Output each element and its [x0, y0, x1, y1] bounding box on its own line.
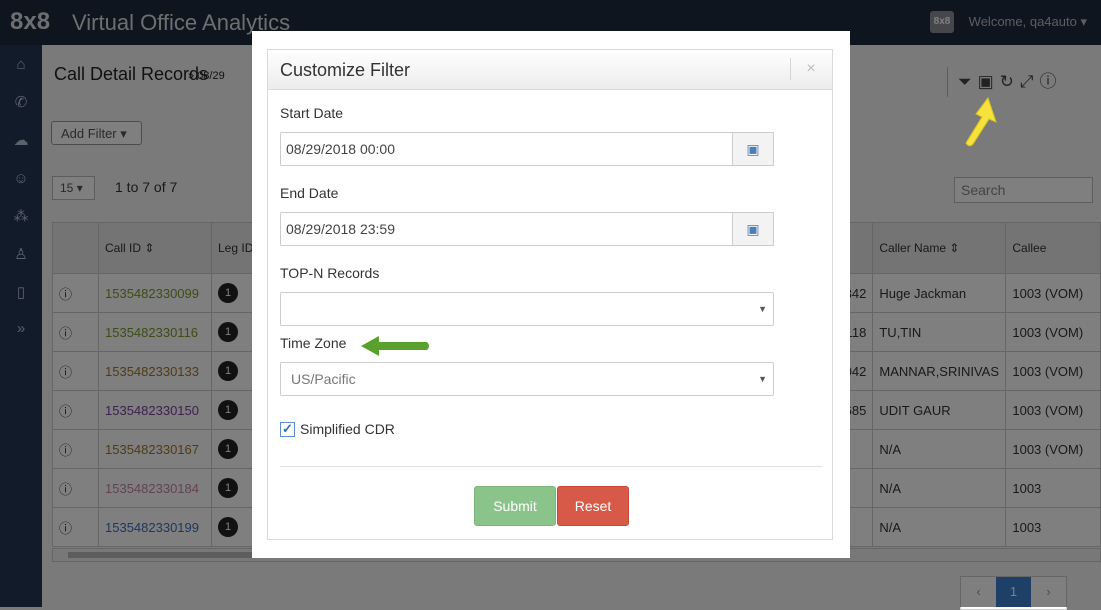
- yellow-arrow-annotation: [965, 96, 997, 147]
- modal-panel: Customize Filter × Start Date 08/29/2018…: [267, 49, 833, 540]
- modal-header: Customize Filter ×: [268, 50, 832, 90]
- calendar-icon[interactable]: ▣: [732, 212, 774, 246]
- timezone-select[interactable]: US/Pacific ▼: [280, 362, 774, 396]
- start-date-group: 08/29/2018 00:00 ▣: [280, 132, 774, 166]
- start-date-label: Start Date: [280, 105, 344, 121]
- end-date-group: 08/29/2018 23:59 ▣: [280, 212, 774, 246]
- end-date-input[interactable]: 08/29/2018 23:59: [280, 212, 733, 246]
- calendar-icon[interactable]: ▣: [732, 132, 774, 166]
- modal-divider: [280, 466, 822, 467]
- customize-filter-modal: Customize Filter × Start Date 08/29/2018…: [252, 31, 850, 558]
- caret-down-icon: ▼: [758, 374, 767, 384]
- timezone-label: Time Zone: [280, 335, 347, 351]
- timezone-value: US/Pacific: [291, 371, 356, 387]
- end-date-label: End Date: [280, 185, 339, 201]
- submit-button[interactable]: Submit: [474, 486, 556, 526]
- close-icon[interactable]: ×: [790, 58, 831, 80]
- modal-title: Customize Filter: [280, 60, 411, 80]
- start-date-input[interactable]: 08/29/2018 00:00: [280, 132, 733, 166]
- topn-label: TOP-N Records: [280, 265, 380, 281]
- simplified-cdr-label: Simplified CDR: [300, 421, 395, 437]
- caret-down-icon: ▼: [758, 304, 767, 314]
- topn-select[interactable]: ▼: [280, 292, 774, 326]
- green-arrow-annotation: [361, 336, 429, 356]
- app-root: 8x8 Virtual Office Analytics 8x8 Welcome…: [0, 0, 1101, 610]
- simplified-cdr-checkbox[interactable]: ✓: [280, 422, 295, 437]
- reset-button[interactable]: Reset: [557, 486, 629, 526]
